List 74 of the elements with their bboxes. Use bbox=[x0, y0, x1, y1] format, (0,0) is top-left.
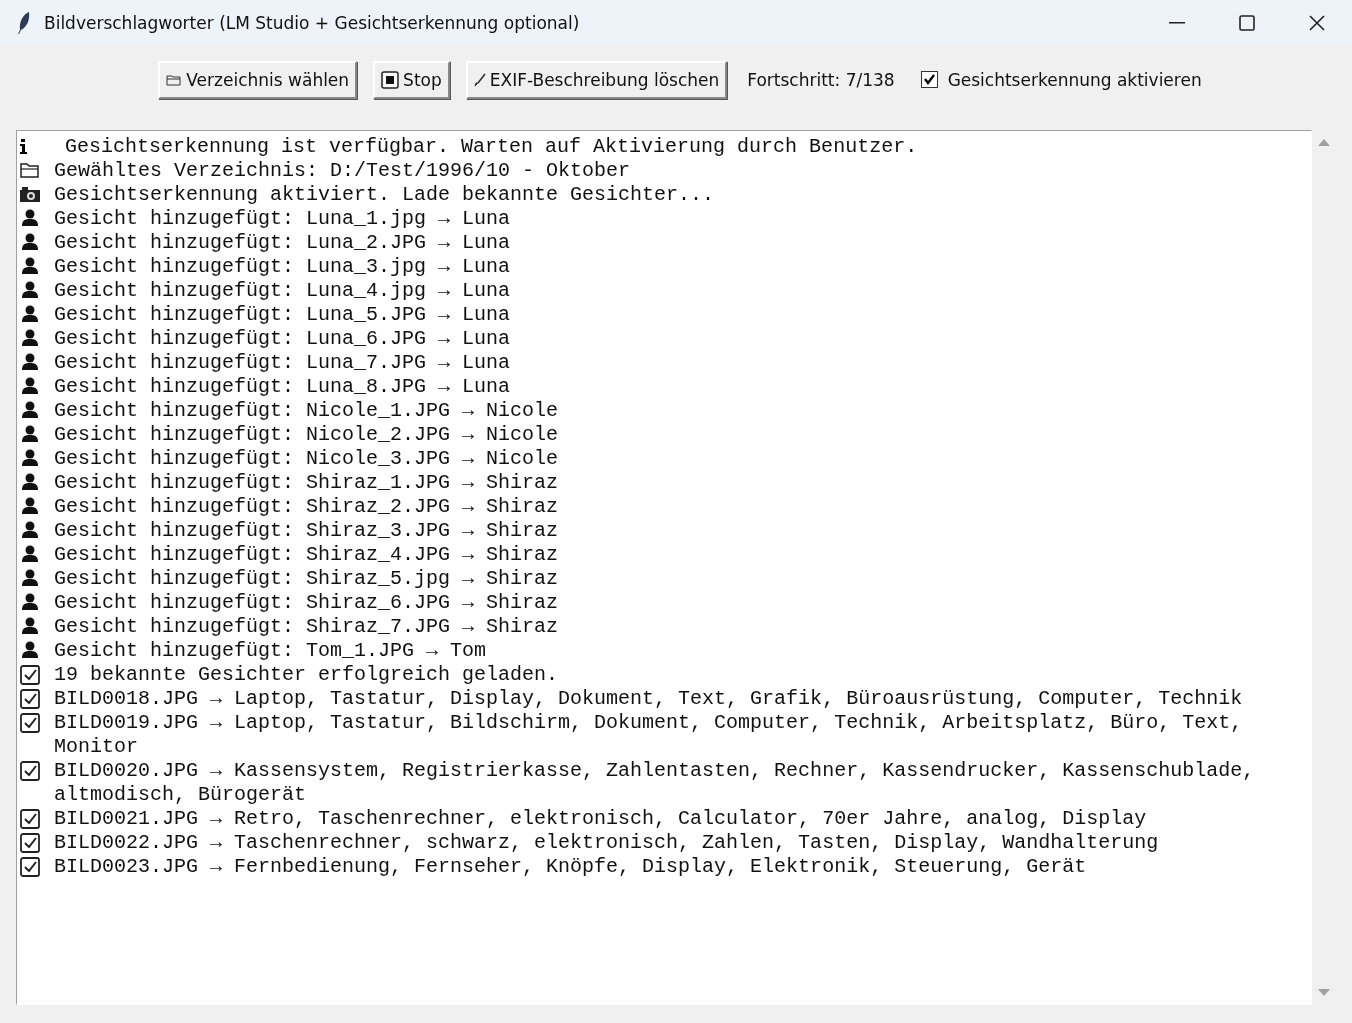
log-line: Gesicht hinzugefügt: Shiraz_2.JPG → Shiraz bbox=[54, 494, 560, 519]
person-icon bbox=[19, 448, 41, 467]
log-line: Gesicht hinzugefügt: Luna_4.jpg → Luna bbox=[54, 278, 512, 303]
stop-button[interactable]: Stop bbox=[373, 60, 450, 99]
scroll-up-icon bbox=[1318, 137, 1330, 146]
face-detection-checkbox[interactable]: Gesichtserkennung aktivieren bbox=[920, 69, 1202, 90]
close-icon bbox=[1309, 14, 1325, 31]
progress-label: Fortschritt: 7/138 bbox=[747, 69, 895, 90]
person-icon bbox=[19, 376, 41, 395]
stop-icon bbox=[381, 70, 400, 89]
camera-icon bbox=[19, 184, 41, 203]
person-icon bbox=[19, 400, 41, 419]
log-line: Gesicht hinzugefügt: Luna_3.jpg → Luna bbox=[54, 254, 512, 279]
scroll-down-icon bbox=[1318, 989, 1330, 997]
person-icon bbox=[19, 208, 41, 227]
checkbox-icon bbox=[19, 688, 41, 709]
log-line: Gesicht hinzugefügt: Luna_7.JPG → Luna bbox=[54, 350, 512, 375]
log-line: Gesicht hinzugefügt: Luna_6.JPG → Luna bbox=[54, 326, 512, 351]
checkbox-icon bbox=[19, 712, 41, 733]
log-line: Gesichtserkennung aktiviert. Lade bekannte Gesichter... bbox=[54, 182, 716, 207]
clear-exif-button[interactable]: EXIF-Beschreibung löschen bbox=[465, 60, 728, 99]
maximize-icon bbox=[1239, 14, 1255, 31]
log-line: BILD0021.JPG → Retro, Taschenrechner, elektronisch, Calculator, 70er Jahre, analog, Display bbox=[54, 806, 1148, 831]
log-line: BILD0019.JPG → Laptop, Tastatur, Bildschirm, Dokument, Computer, Technik, Arbeitsplatz, Büro, Text, Monitor bbox=[54, 710, 1244, 759]
log-line: Gesicht hinzugefügt: Nicole_1.JPG → Nicole bbox=[54, 398, 560, 423]
person-icon bbox=[19, 352, 41, 371]
log-line: BILD0020.JPG → Kassensystem, Registrierkasse, Zahlentasten, Rechner, Kassendrucker, Kassenschublade, altmodisch, Bürogerät bbox=[54, 758, 1256, 807]
checkbox-icon bbox=[19, 856, 41, 877]
person-icon bbox=[19, 304, 41, 323]
log-line: Gesicht hinzugefügt: Shiraz_1.JPG → Shiraz bbox=[54, 470, 560, 495]
checkbox-icon bbox=[19, 760, 41, 781]
log-line: Gesicht hinzugefügt: Luna_8.JPG → Luna bbox=[54, 374, 512, 399]
log-line: Gesicht hinzugefügt: Luna_1.jpg → Luna bbox=[54, 206, 512, 231]
minimize-icon bbox=[1169, 21, 1185, 24]
person-icon bbox=[19, 232, 41, 251]
folder-icon bbox=[166, 73, 183, 86]
log-line: BILD0023.JPG → Fernbedienung, Fernseher, Knöpfe, Display, Elektronik, Steuerung, Gerät bbox=[54, 854, 1088, 879]
person-icon bbox=[19, 544, 41, 563]
person-icon bbox=[19, 424, 41, 443]
feather-icon bbox=[16, 10, 32, 35]
log-line: Gesicht hinzugefügt: Shiraz_6.JPG → Shiraz bbox=[54, 590, 560, 615]
person-icon bbox=[19, 640, 41, 659]
person-icon bbox=[19, 520, 41, 539]
window-title: Bildverschlagworter (LM Studio + Gesichtserkennung optional) bbox=[44, 12, 581, 33]
person-icon bbox=[19, 328, 41, 347]
brush-icon bbox=[473, 72, 486, 87]
log-line: Gesicht hinzugefügt: Nicole_2.JPG → Nicole bbox=[54, 422, 560, 447]
log-text-area[interactable] bbox=[16, 129, 1312, 1005]
log-line: Gesicht hinzugefügt: Shiraz_7.JPG → Shiraz bbox=[54, 614, 560, 639]
person-icon bbox=[19, 616, 41, 635]
log-line: BILD0018.JPG → Laptop, Tastatur, Display, Dokument, Text, Grafik, Büroausrüstung, Computer, Technik bbox=[54, 686, 1244, 711]
log-line: 19 bekannte Gesichter erfolgreich geladen. bbox=[54, 662, 560, 687]
folder-icon bbox=[19, 160, 41, 179]
person-icon bbox=[19, 592, 41, 611]
log-line: Gesicht hinzugefügt: Luna_2.JPG → Luna bbox=[54, 230, 512, 255]
checkbox-icon bbox=[19, 832, 41, 853]
person-icon bbox=[19, 568, 41, 587]
log-line: Gesicht hinzugefügt: Shiraz_3.JPG → Shiraz bbox=[54, 518, 560, 543]
checkbox-icon bbox=[19, 664, 41, 685]
person-icon bbox=[19, 496, 41, 515]
log-line: BILD0022.JPG → Taschenrechner, schwarz, elektronisch, Zahlen, Tasten, Display, Wandhalterung bbox=[54, 830, 1160, 855]
log-line: Gesicht hinzugefügt: Shiraz_5.jpg → Shiraz bbox=[54, 566, 560, 591]
log-line: Gesicht hinzugefügt: Tom_1.JPG → Tom bbox=[54, 638, 488, 663]
log-line: Gesicht hinzugefügt: Luna_5.JPG → Luna bbox=[54, 302, 512, 327]
choose-folder-button[interactable]: Verzeichnis wählen bbox=[158, 60, 358, 99]
log-line: Gesicht hinzugefügt: Shiraz_4.JPG → Shiraz bbox=[54, 542, 560, 567]
person-icon bbox=[19, 256, 41, 275]
person-icon bbox=[19, 280, 41, 299]
checkbox-icon bbox=[19, 808, 41, 829]
checkbox[interactable] bbox=[920, 71, 938, 89]
log-line: Gesicht hinzugefügt: Nicole_3.JPG → Nicole bbox=[54, 446, 560, 471]
log-line: Gesichtserkennung ist verfügbar. Warten auf Aktivierung durch Benutzer. bbox=[65, 134, 919, 159]
log-line: Gewähltes Verzeichnis: D:/Test/1996/10 - Oktober bbox=[54, 158, 632, 183]
person-icon bbox=[19, 472, 41, 491]
